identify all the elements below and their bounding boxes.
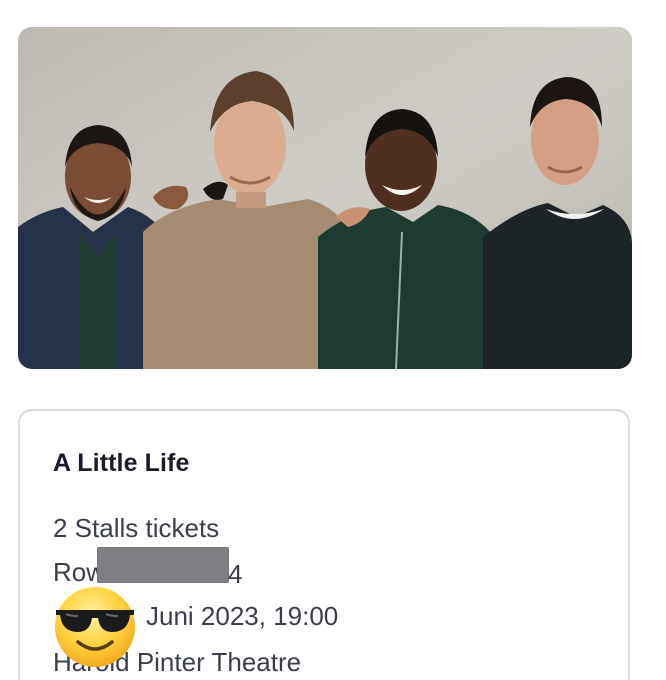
cast-photo	[18, 27, 632, 369]
show-title: A Little Life	[53, 449, 190, 477]
ticket-count: 2 Stalls tickets	[53, 513, 220, 543]
ticket-screen: A Little Life 2 Stalls tickets Row E 4 J…	[0, 0, 666, 680]
redaction-bar	[97, 547, 229, 583]
sunglasses-emoji-icon	[50, 580, 140, 670]
ticket-card[interactable]: A Little Life 2 Stalls tickets Row E 4 J…	[18, 409, 630, 680]
seat-row-suffix: 4	[228, 559, 243, 589]
cast-photo-image	[18, 27, 632, 369]
performance-date: Juni 2023, 19:00	[146, 601, 339, 631]
